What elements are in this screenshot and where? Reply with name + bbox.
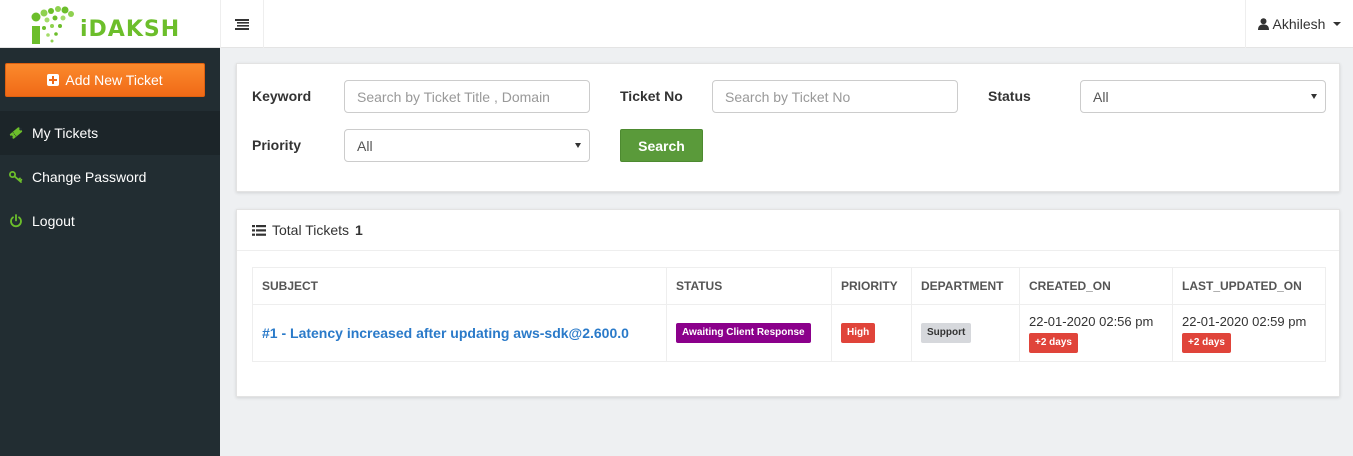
logo-mark-icon bbox=[30, 4, 78, 44]
column-header-department[interactable]: DEPARTMENT bbox=[911, 267, 1020, 305]
add-new-ticket-button[interactable]: Add New Ticket bbox=[5, 63, 205, 97]
power-icon bbox=[8, 213, 24, 229]
status-select-value: All bbox=[1093, 88, 1109, 105]
sidebar-item-label: Logout bbox=[32, 213, 75, 229]
priority-badge: High bbox=[841, 323, 876, 343]
column-header-priority[interactable]: PRIORITY bbox=[831, 267, 912, 305]
total-tickets-count: 1 bbox=[355, 222, 363, 238]
ticket-subject-link[interactable]: #1 - Latency increased after updating aw… bbox=[262, 325, 629, 341]
column-header-last-updated-on[interactable]: LAST_UPDATED_ON bbox=[1172, 267, 1326, 305]
hamburger-icon bbox=[235, 18, 249, 30]
key-icon bbox=[8, 169, 24, 185]
sidebar: Add New Ticket My Tickets Change Passwor… bbox=[0, 48, 220, 456]
search-filter-panel: Keyword Ticket No Status All Priority Al… bbox=[236, 63, 1340, 192]
search-button[interactable]: Search bbox=[620, 129, 703, 162]
column-header-status[interactable]: STATUS bbox=[666, 267, 832, 305]
table-header-row: SUBJECT STATUS PRIORITY DEPARTMENT CREAT… bbox=[252, 267, 1326, 305]
priority-select[interactable]: All bbox=[344, 129, 590, 162]
list-icon bbox=[252, 224, 266, 236]
dropdown-arrow-icon bbox=[575, 143, 581, 148]
ticket-icon bbox=[8, 125, 24, 141]
priority-label: Priority bbox=[252, 137, 302, 153]
total-tickets-label: Total Tickets bbox=[272, 222, 350, 238]
sidebar-item-label: Change Password bbox=[32, 169, 147, 185]
sidebar-item-label: My Tickets bbox=[32, 125, 99, 141]
keyword-input[interactable] bbox=[344, 80, 590, 113]
user-icon bbox=[1257, 18, 1269, 30]
created-on-date: 22-01-2020 02:56 pm bbox=[1029, 313, 1154, 329]
column-header-created-on[interactable]: CREATED_ON bbox=[1019, 267, 1173, 305]
tickets-table: SUBJECT STATUS PRIORITY DEPARTMENT CREAT… bbox=[252, 267, 1326, 362]
brand-logo[interactable]: iDAKSH bbox=[0, 0, 220, 48]
keyword-label: Keyword bbox=[252, 88, 312, 104]
status-label: Status bbox=[988, 88, 1031, 104]
tickets-panel-header: Total Tickets 1 bbox=[237, 210, 1339, 251]
updated-on-date: 22-01-2020 02:59 pm bbox=[1182, 313, 1307, 329]
status-select[interactable]: All bbox=[1080, 80, 1326, 113]
add-new-ticket-label: Add New Ticket bbox=[65, 72, 163, 88]
sidebar-item-my-tickets[interactable]: My Tickets bbox=[0, 111, 220, 155]
caret-down-icon bbox=[1333, 22, 1342, 26]
sidebar-item-change-password[interactable]: Change Password bbox=[0, 155, 220, 199]
updated-age-badge: +2 days bbox=[1182, 332, 1231, 353]
ticket-no-label: Ticket No bbox=[620, 88, 683, 104]
sidebar-toggle-button[interactable] bbox=[220, 0, 264, 48]
status-badge: Awaiting Client Response bbox=[676, 323, 811, 343]
sidebar-item-logout[interactable]: Logout bbox=[0, 199, 220, 243]
tickets-panel: Total Tickets 1 SUBJECT STATUS PRIORITY … bbox=[236, 209, 1340, 397]
dropdown-arrow-icon bbox=[1311, 94, 1317, 99]
department-badge: Support bbox=[921, 323, 972, 343]
user-name: Akhilesh bbox=[1272, 16, 1326, 32]
table-row: #1 - Latency increased after updating aw… bbox=[252, 304, 1326, 362]
column-header-subject[interactable]: SUBJECT bbox=[252, 267, 667, 305]
brand-name: iDAKSH bbox=[80, 16, 181, 42]
ticket-no-input[interactable] bbox=[712, 80, 958, 113]
created-age-badge: +2 days bbox=[1029, 332, 1078, 353]
top-header: iDAKSH Akhilesh bbox=[0, 0, 1353, 48]
user-menu[interactable]: Akhilesh bbox=[1245, 0, 1353, 48]
plus-square-icon bbox=[47, 74, 60, 86]
priority-select-value: All bbox=[357, 137, 373, 154]
